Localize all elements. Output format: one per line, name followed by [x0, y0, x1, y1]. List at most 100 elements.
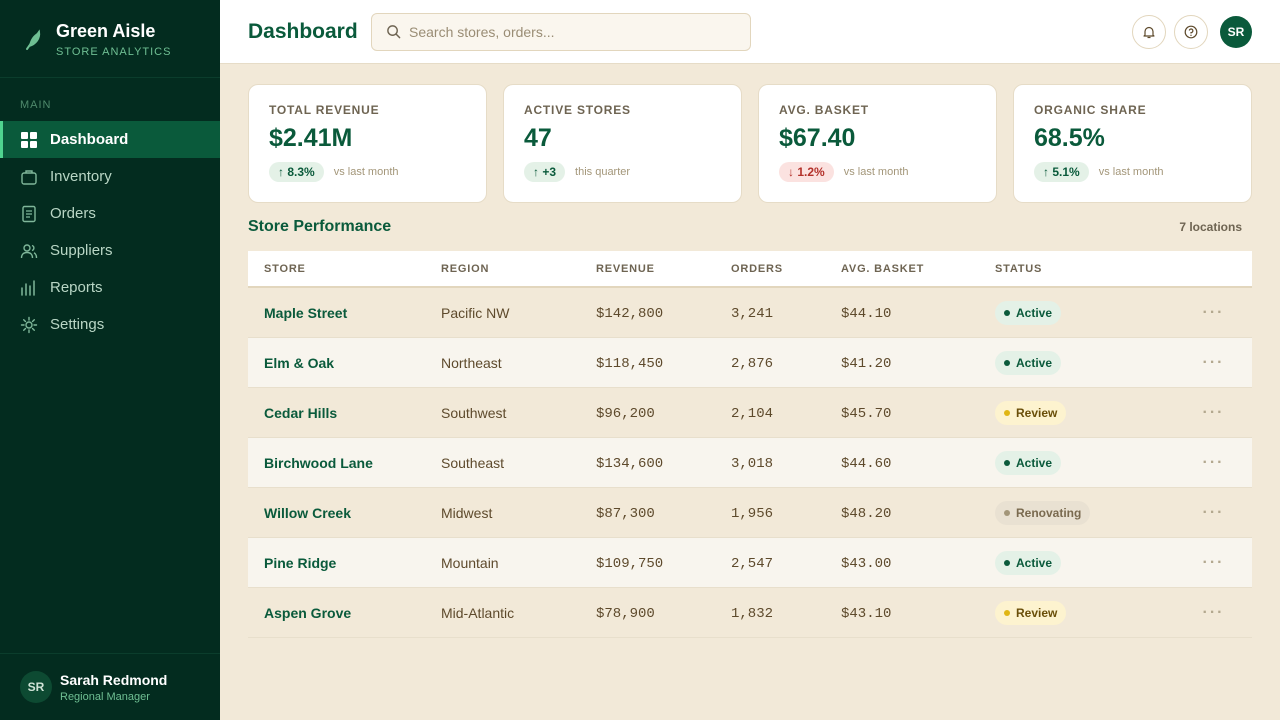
kpi-label: ACTIVE STORES: [524, 103, 631, 117]
help-button[interactable]: [1174, 15, 1208, 49]
kpi-delta-badge: ↑ 5.1%: [1034, 162, 1089, 182]
kpi-cards: TOTAL REVENUE $2.41M ↑ 8.3% vs last mont…: [248, 84, 1252, 203]
location-count: 7 locations: [1179, 220, 1242, 234]
status-label: Active: [1016, 555, 1053, 570]
sidebar-item-inventory[interactable]: Inventory: [0, 158, 220, 195]
kpi-value: $67.40: [779, 124, 856, 152]
store-name[interactable]: Cedar Hills: [264, 405, 337, 421]
nav-section-label: MAIN: [20, 99, 52, 111]
kpi-value: $2.41M: [269, 124, 353, 152]
kpi-card-avg-basket: AVG. BASKET $67.40 ↓ 1.2% vs last month: [758, 84, 997, 203]
row-menu-button[interactable]: ···: [1203, 604, 1225, 621]
table-row[interactable]: Cedar Hills Southwest $96,200 2,104 $45.70 Re…: [248, 388, 1252, 438]
brand-name: Green Aisle: [56, 21, 156, 41]
sidebar-item-orders[interactable]: Orders: [0, 195, 220, 232]
row-menu-button[interactable]: ···: [1203, 304, 1225, 321]
store-name[interactable]: Aspen Grove: [264, 605, 351, 621]
store-orders: 2,547: [731, 555, 774, 572]
kpi-note: vs last month: [843, 166, 909, 178]
brand-subtitle: STORE ANALYTICS: [56, 46, 172, 58]
status-badge: Renovating: [995, 500, 1091, 525]
table-row[interactable]: Aspen Grove Mid-Atlantic $78,900 1,832 $43.1…: [248, 588, 1252, 638]
arrow-up-icon: ↑: [533, 165, 543, 179]
table-row[interactable]: Elm & Oak Northeast $118,450 2,876 $41.20 Act…: [248, 338, 1252, 388]
store-avg-basket: $44.60: [841, 455, 892, 472]
table-row[interactable]: Maple Street Pacific NW $142,800 3,241 $44.1…: [248, 288, 1252, 338]
store-avg-basket: $43.00: [841, 555, 892, 572]
column-header-avg-basket[interactable]: AVG. BASKET: [841, 263, 995, 275]
leaf-icon: [26, 29, 41, 50]
store-name[interactable]: Maple Street: [264, 305, 347, 321]
column-header-status[interactable]: STATUS: [995, 263, 1175, 275]
sidebar-item-dashboard[interactable]: Dashboard: [0, 121, 220, 158]
kpi-note: vs last month: [333, 166, 399, 178]
store-region: Mountain: [441, 554, 499, 571]
sidebar: Green Aisle STORE ANALYTICS MAIN Dashboa…: [0, 0, 220, 720]
status-badge: Active: [995, 300, 1062, 325]
kpi-note: this quarter: [575, 166, 631, 178]
store-orders: 2,104: [731, 405, 774, 422]
store-name[interactable]: Pine Ridge: [264, 555, 336, 571]
sidebar-item-label: Reports: [50, 279, 103, 296]
row-menu-button[interactable]: ···: [1203, 554, 1225, 571]
store-region: Northeast: [441, 354, 502, 371]
status-badge: Active: [995, 450, 1062, 475]
column-header-orders[interactable]: ORDERS: [731, 263, 841, 275]
help-icon: [1184, 25, 1198, 39]
table-row[interactable]: Pine Ridge Mountain $109,750 2,547 $43.00 Act…: [248, 538, 1252, 588]
sidebar-item-label: Suppliers: [50, 242, 113, 259]
status-dot-icon: [1004, 309, 1010, 316]
row-menu-button[interactable]: ···: [1203, 504, 1225, 521]
kpi-card-organic-share: ORGANIC SHARE 68.5% ↑ 5.1% vs last month: [1013, 84, 1252, 203]
search-box[interactable]: [371, 12, 751, 51]
kpi-delta: 5.1%: [1052, 165, 1080, 179]
store-orders: 1,832: [731, 605, 774, 622]
column-header-region[interactable]: REGION: [441, 263, 596, 275]
kpi-delta: 1.2%: [797, 165, 825, 179]
store-name[interactable]: Willow Creek: [264, 505, 351, 521]
column-header-revenue[interactable]: REVENUE: [596, 263, 731, 275]
user-name: Sarah Redmond: [60, 671, 168, 688]
sidebar-item-label: Orders: [50, 205, 96, 222]
sidebar-item-suppliers[interactable]: Suppliers: [0, 232, 220, 269]
arrow-up-icon: ↑: [278, 165, 288, 179]
store-avg-basket: $45.70: [841, 405, 892, 422]
status-label: Review: [1016, 405, 1058, 420]
avatar[interactable]: SR: [1220, 16, 1252, 48]
gear-icon: [20, 316, 38, 333]
store-avg-basket: $43.10: [841, 605, 892, 622]
row-menu-button[interactable]: ···: [1203, 354, 1225, 371]
table-row[interactable]: Birchwood Lane Southeast $134,600 3,018 $44.…: [248, 438, 1252, 488]
status-label: Active: [1016, 455, 1053, 470]
notifications-button[interactable]: [1132, 15, 1166, 49]
page-title: Dashboard: [248, 19, 358, 43]
row-menu-button[interactable]: ···: [1203, 454, 1225, 471]
sidebar-item-settings[interactable]: Settings: [0, 306, 220, 343]
store-region: Southwest: [441, 404, 507, 421]
store-revenue: $109,750: [596, 555, 664, 572]
column-header-store[interactable]: STORE: [248, 263, 441, 275]
top-header: Dashboard SR: [220, 0, 1280, 64]
kpi-card-active-stores: ACTIVE STORES 47 ↑ +3 this quarter: [503, 84, 742, 203]
kpi-delta: 8.3%: [287, 165, 315, 179]
store-orders: 1,956: [731, 505, 774, 522]
user-role: Regional Manager: [60, 690, 150, 703]
store-name[interactable]: Birchwood Lane: [264, 455, 373, 471]
row-menu-button[interactable]: ···: [1203, 404, 1225, 421]
bar-chart-icon: [21, 279, 35, 296]
user-profile[interactable]: SR Sarah Redmond Regional Manager: [0, 653, 220, 720]
sidebar-item-label: Dashboard: [50, 131, 129, 148]
search-input[interactable]: [409, 23, 729, 40]
store-avg-basket: $44.10: [841, 305, 892, 322]
table-row[interactable]: Willow Creek Midwest $87,300 1,956 $48.20 Ren…: [248, 488, 1252, 538]
status-dot-icon: [1004, 459, 1010, 466]
kpi-card-revenue: TOTAL REVENUE $2.41M ↑ 8.3% vs last mont…: [248, 84, 487, 203]
status-dot-icon: [1004, 609, 1010, 616]
status-label: Active: [1016, 355, 1053, 370]
sidebar-item-reports[interactable]: Reports: [0, 269, 220, 306]
store-name[interactable]: Elm & Oak: [264, 355, 334, 371]
kpi-delta-badge: ↑ +3: [524, 162, 566, 182]
document-icon: [22, 205, 36, 222]
store-revenue: $118,450: [596, 355, 664, 372]
box-icon: [21, 169, 37, 185]
